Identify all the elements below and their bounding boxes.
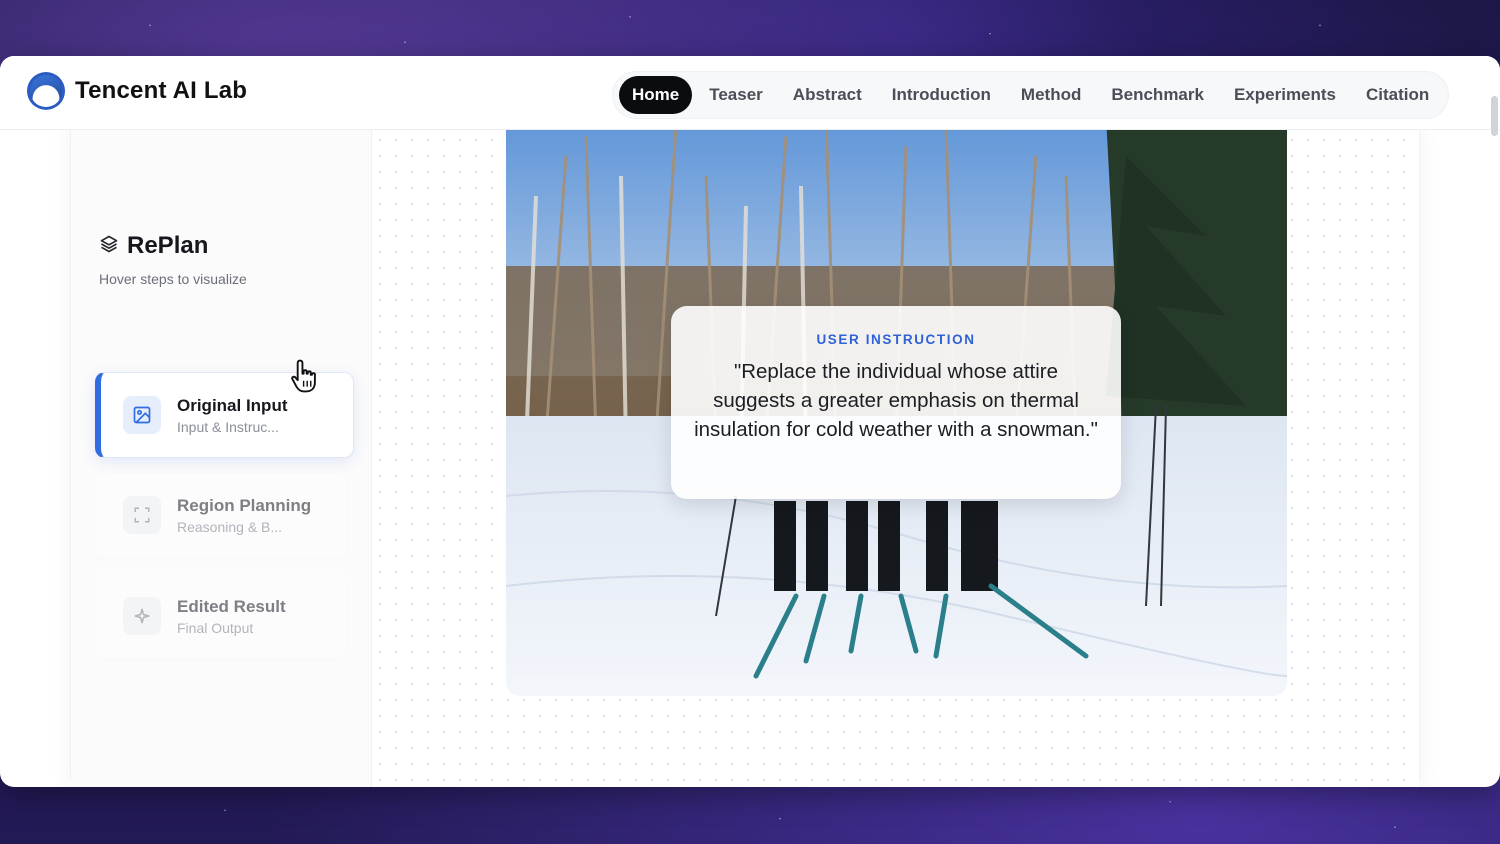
input-photo: USER INSTRUCTION "Replace the individual… — [506, 116, 1287, 696]
nav-benchmark[interactable]: Benchmark — [1098, 76, 1217, 114]
step-desc: Final Output — [177, 619, 254, 636]
scan-frame-icon — [123, 496, 161, 534]
nav-home[interactable]: Home — [619, 76, 693, 114]
step-title: Region Planning — [177, 495, 312, 515]
sidebar-title: RePlan — [99, 232, 208, 260]
step-region-planning[interactable]: Region Planning Reasoning & B... — [95, 473, 347, 557]
sparkle-icon — [123, 597, 161, 635]
image-icon — [123, 396, 161, 434]
step-title: Edited Result — [177, 596, 286, 616]
visualization-canvas: USER INSTRUCTION "Replace the individual… — [372, 116, 1419, 787]
page-scrollbar[interactable] — [1491, 96, 1498, 136]
user-instruction-card: USER INSTRUCTION "Replace the individual… — [671, 306, 1121, 499]
instruction-label: USER INSTRUCTION — [816, 332, 976, 347]
brand[interactable]: Tencent AI Lab — [27, 72, 247, 110]
top-navigation-bar: Tencent AI Lab Home Teaser Abstract Intr… — [0, 56, 1500, 130]
nav-introduction[interactable]: Introduction — [879, 76, 1004, 114]
sidebar-title-text: RePlan — [127, 232, 209, 259]
browser-window: Tencent AI Lab Home Teaser Abstract Intr… — [0, 56, 1500, 787]
sidebar-subtitle: Hover steps to visualize — [99, 271, 247, 287]
instruction-text: "Replace the individual whose attire sug… — [694, 360, 1098, 441]
nav-abstract[interactable]: Abstract — [780, 76, 875, 114]
nav-citation[interactable]: Citation — [1353, 76, 1442, 114]
nav-experiments[interactable]: Experiments — [1221, 76, 1349, 114]
layers-icon — [99, 234, 119, 259]
brand-name: Tencent AI Lab — [75, 77, 248, 104]
steps-sidebar: RePlan Hover steps to visualize Original… — [71, 116, 372, 787]
step-desc: Input & Instruc... — [177, 418, 279, 435]
replan-demo-panel: RePlan Hover steps to visualize Original… — [71, 116, 1419, 787]
step-title: Original Input — [177, 395, 288, 415]
step-desc: Reasoning & B... — [177, 518, 283, 535]
nav-method[interactable]: Method — [1008, 76, 1094, 114]
nav-teaser[interactable]: Teaser — [696, 76, 776, 114]
tencent-ai-lab-logo-icon — [27, 72, 65, 110]
hand-pointer-cursor-icon — [286, 357, 326, 400]
step-edited-result[interactable]: Edited Result Final Output — [95, 574, 347, 658]
nav-menu: Home Teaser Abstract Introduction Method… — [612, 71, 1450, 119]
